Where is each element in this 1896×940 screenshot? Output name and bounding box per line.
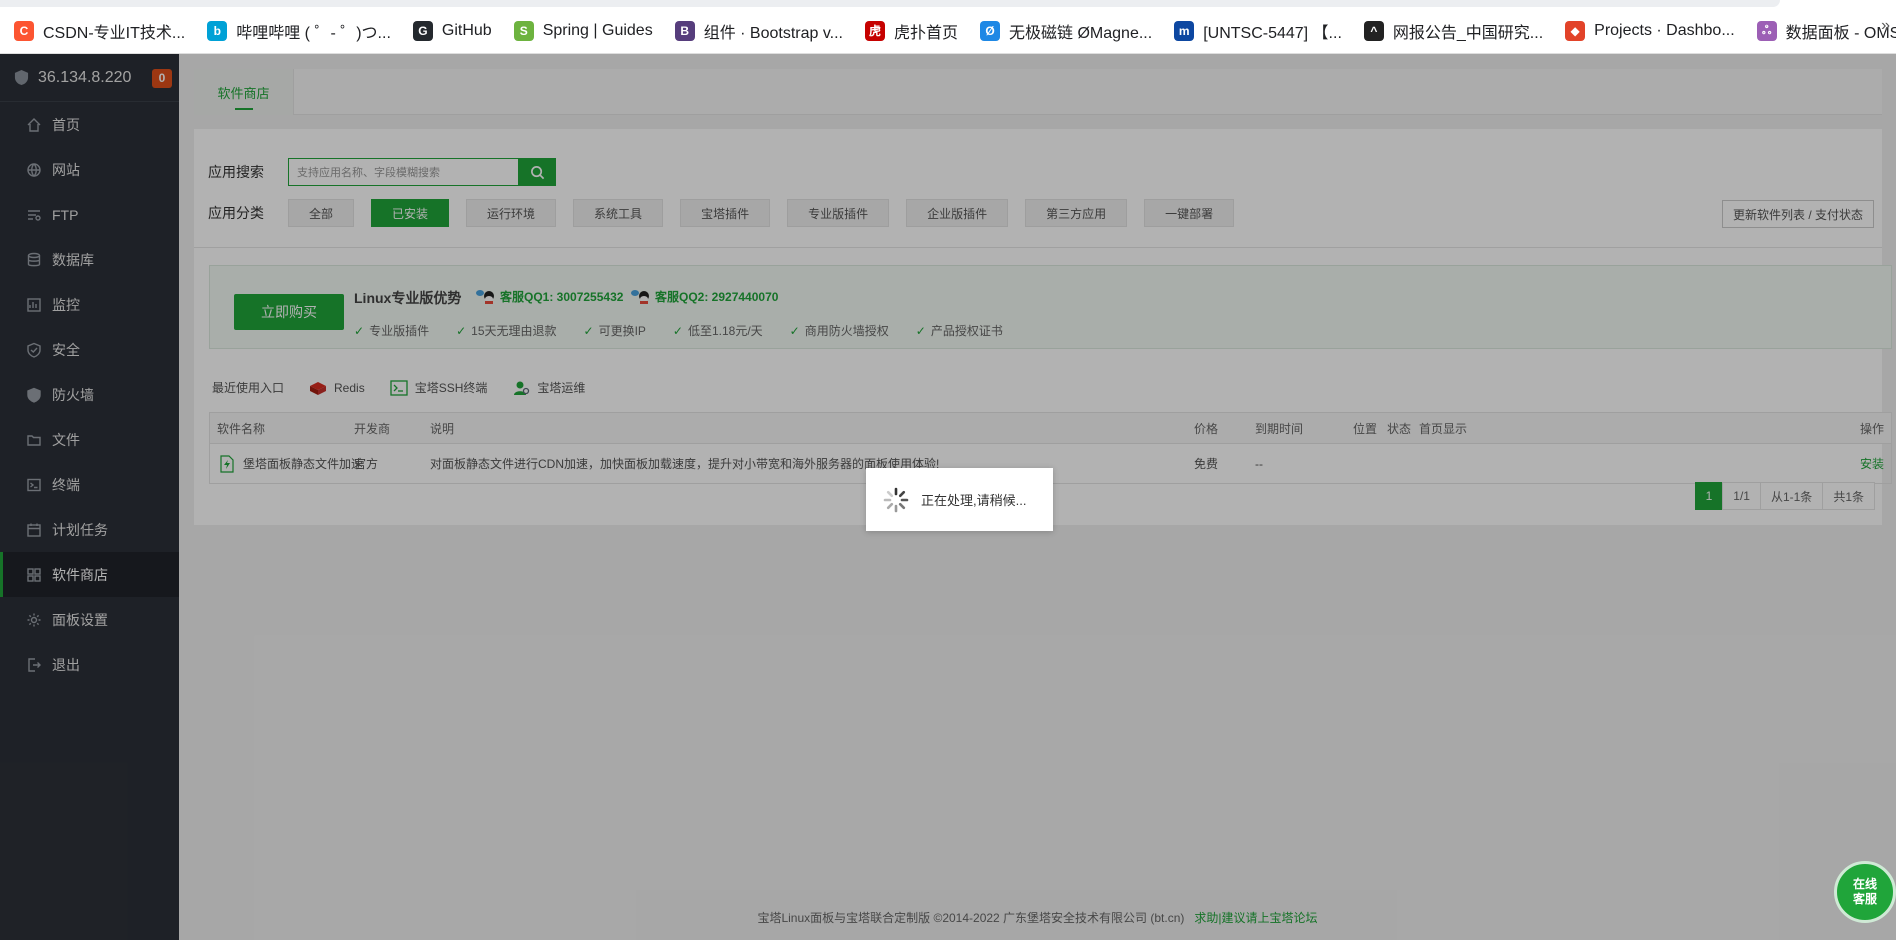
- bookmark-spring[interactable]: S Spring | Guides: [513, 16, 653, 46]
- bootstrap-icon: B: [674, 20, 695, 41]
- gitlab-icon: ◆: [1565, 20, 1586, 41]
- bookmark-label: 无极磁链 ØMagne...: [1009, 24, 1153, 42]
- bookmark-bilibili[interactable]: b 哔哩哔哩 ( ゜- ゜)つ...: [207, 16, 391, 46]
- magnet-icon: Ø: [980, 20, 1001, 41]
- bookmark-csdn[interactable]: C CSDN-专业IT技术...: [14, 16, 185, 46]
- bookmark-octopus[interactable]: ஃ 数据面板 - OMS: [1756, 16, 1896, 46]
- bookmarks-overflow-button[interactable]: »: [1881, 17, 1890, 35]
- spring-icon: S: [513, 20, 534, 41]
- service-label: 在线 客服: [1852, 877, 1877, 906]
- bookmark-jira[interactable]: m [UNTSC-5447] 【...: [1174, 16, 1342, 46]
- jira-icon: m: [1174, 20, 1195, 41]
- bookmark-hupu[interactable]: 虎虎扑首页: [865, 16, 958, 46]
- bookmark-magnet[interactable]: Ø 无极磁链 ØMagne...: [980, 16, 1152, 46]
- bookmark-label: Projects · Dashbo...: [1594, 21, 1735, 39]
- bilibili-icon: b: [207, 20, 228, 41]
- spinner-icon: [883, 487, 909, 512]
- bookmark-label: 组件 · Bootstrap v...: [703, 24, 844, 42]
- bookmark-label: Spring | Guides: [542, 21, 653, 39]
- bookmark-label: 数据面板 - OMS: [1785, 24, 1896, 42]
- loading-text: 正在处理,请稍候...: [921, 493, 1027, 508]
- octopus-icon: ஃ: [1756, 20, 1777, 41]
- graduation-icon: ^: [1363, 20, 1384, 41]
- bookmark-label: [UNTSC-5447] 【...: [1203, 24, 1342, 42]
- bookmark-label: 网报公告_中国研究...: [1392, 24, 1544, 42]
- loading-dialog: 正在处理,请稍候...: [866, 468, 1053, 531]
- bookmark-label: CSDN-专业IT技术...: [43, 24, 186, 42]
- online-service-button[interactable]: 在线 客服: [1834, 861, 1896, 923]
- bookmark-bootstrap[interactable]: B 组件 · Bootstrap v...: [674, 16, 844, 46]
- bookmark-gitlab[interactable]: ◆ Projects · Dashbo...: [1565, 16, 1735, 46]
- bookmark-label: 哔哩哔哩 ( ゜- ゜)つ...: [236, 24, 391, 42]
- csdn-icon: C: [14, 20, 34, 41]
- bookmark-github[interactable]: G GitHub: [412, 16, 492, 46]
- address-bar-edge: [0, 0, 1780, 7]
- bookmark-label: 虎扑首页: [894, 24, 959, 42]
- bookmarks-bar: C CSDN-专业IT技术... b 哔哩哔哩 ( ゜- ゜)つ... G GitHub S…: [0, 0, 1896, 54]
- bookmark-graduation[interactable]: ^ 网报公告_中国研究...: [1363, 16, 1544, 46]
- bookmark-label: GitHub: [441, 21, 492, 39]
- hupu-icon: 虎: [865, 20, 886, 41]
- github-icon: G: [412, 20, 433, 41]
